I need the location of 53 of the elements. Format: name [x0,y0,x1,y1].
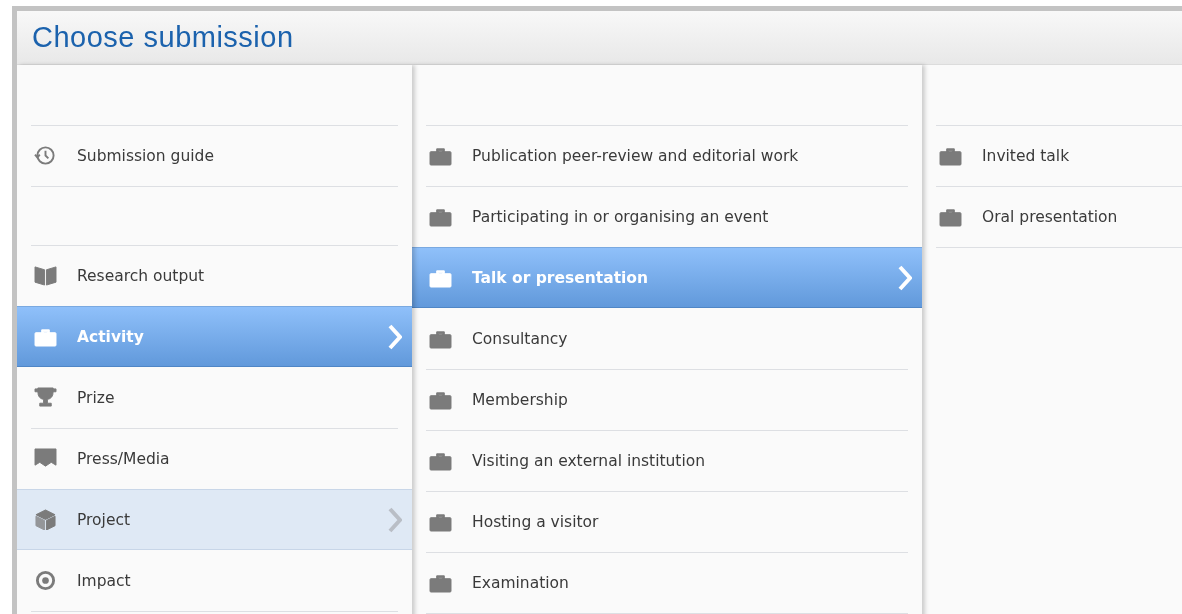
target-icon [34,570,57,591]
briefcase-icon [939,206,962,227]
menu-item-label: Publication peer-review and editorial work [472,146,799,165]
briefcase-icon [429,389,452,410]
menu-item-label: Consultancy [472,329,568,348]
briefcase-icon [429,206,452,227]
menu-item-label: Hosting a visitor [472,512,599,531]
menu-item[interactable]: Participating in or organising an event [412,186,922,247]
briefcase-icon [34,326,57,347]
menu-item-label: Prize [77,388,115,407]
cube-icon [34,509,57,530]
menu-item-label: Talk or presentation [472,268,649,287]
briefcase-icon [429,328,452,349]
menu-item[interactable]: Press/Media [17,428,412,489]
trophy-icon [34,387,57,408]
menu-item[interactable]: Project [17,489,412,550]
menu-item-label: Project [77,510,131,529]
menu-item-label: Visiting an external institution [472,451,706,470]
menu-item[interactable]: Prize [17,367,412,428]
chevron-icon [388,324,402,350]
menu-item[interactable]: Hosting a visitor [412,491,922,552]
briefcase-icon [939,145,962,166]
menu-item[interactable]: Publication peer-review and editorial work [412,125,922,186]
book-icon [34,265,57,286]
menu-item-label: Impact [77,571,131,590]
briefcase-icon [429,511,452,532]
briefcase-icon [429,450,452,471]
menu-item-label: Research output [77,266,205,285]
chevron-icon [898,265,912,291]
chevron-icon [388,507,402,533]
dialog-title: Choose submission [32,21,294,54]
menu-item[interactable]: Examination [412,552,922,613]
menu-item[interactable]: Impact [17,550,412,611]
newspaper-icon [34,448,57,469]
briefcase-icon [429,145,452,166]
history-icon [34,145,57,166]
menu-item[interactable]: Consultancy [412,308,922,369]
menu-item[interactable]: Membership [412,369,922,430]
menu-item-label: Invited talk [982,146,1070,165]
menu-item-label: Oral presentation [982,207,1118,226]
menu-item[interactable]: Oral presentation [922,186,1182,247]
menu-item[interactable]: Visiting an external institution [412,430,922,491]
menu-item[interactable]: Submission guide [17,125,412,186]
menu-item[interactable]: Research output [17,245,412,306]
briefcase-icon [429,267,452,288]
menu-item-label: Press/Media [77,449,170,468]
menu-item-label: Examination [472,573,569,592]
menu-item-label: Membership [472,390,568,409]
menu-item-label: Submission guide [77,146,214,165]
menu-item-label: Activity [77,327,144,346]
menu-item[interactable]: Invited talk [922,125,1182,186]
menu-item-label: Participating in or organising an event [472,207,769,226]
briefcase-icon [429,572,452,593]
